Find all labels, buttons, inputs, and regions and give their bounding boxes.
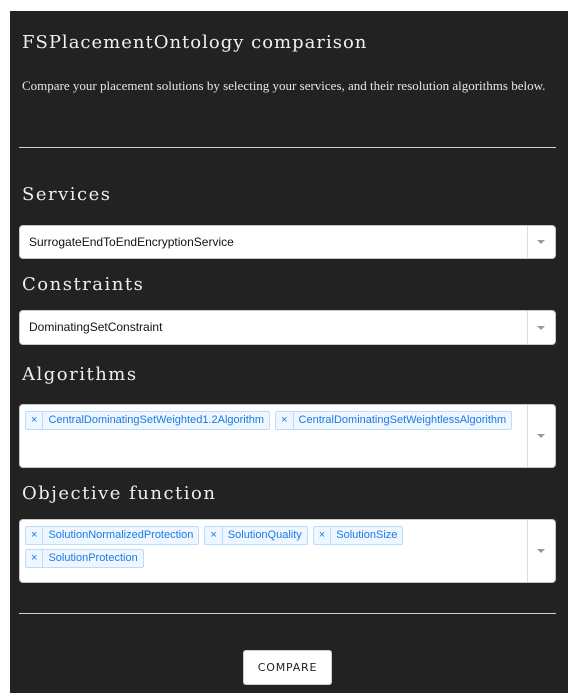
objective-tag-label: SolutionQuality	[227, 529, 302, 541]
objective-tag: × SolutionQuality	[204, 526, 308, 545]
chevron-down-icon	[537, 434, 545, 438]
objective-tag-list: × SolutionNormalizedProtection × Solutio…	[25, 526, 521, 568]
chevron-down-icon	[537, 549, 545, 553]
algorithm-tag: × CentralDominatingSetWeighted1.2Algorit…	[25, 411, 271, 430]
close-icon[interactable]: ×	[205, 527, 223, 544]
constraints-label: Constraints	[22, 274, 145, 295]
objective-function-multiselect[interactable]: × SolutionNormalizedProtection × Solutio…	[19, 519, 556, 583]
page-description: Compare your placement solutions by sele…	[22, 78, 546, 93]
algorithm-tag-label: CentralDominatingSetWeighted1.2Algorithm	[48, 414, 265, 426]
services-select[interactable]: SurrogateEndToEndEncryptionService	[19, 225, 556, 259]
algorithm-tag: × CentralDominatingSetWeightlessAlgorith…	[275, 411, 513, 430]
services-select-value: SurrogateEndToEndEncryptionService	[29, 235, 234, 249]
objective-tag-label: SolutionSize	[336, 529, 398, 541]
algorithms-tag-list: × CentralDominatingSetWeighted1.2Algorit…	[25, 411, 521, 430]
services-dropdown-toggle[interactable]	[527, 226, 555, 258]
close-icon[interactable]: ×	[314, 527, 332, 544]
chevron-down-icon	[537, 325, 545, 330]
close-icon[interactable]: ×	[26, 550, 44, 567]
objective-tag-label: SolutionNormalizedProtection	[48, 529, 194, 541]
close-icon[interactable]: ×	[26, 527, 44, 544]
objective-tag-label: SolutionProtection	[48, 552, 138, 564]
comparison-panel	[10, 11, 568, 693]
objective-function-label: Objective function	[22, 483, 217, 504]
divider-top	[19, 147, 556, 148]
algorithms-dropdown-toggle[interactable]	[527, 405, 555, 467]
objective-tag: × SolutionSize	[312, 526, 404, 545]
divider-bottom	[19, 613, 556, 614]
objective-dropdown-toggle[interactable]	[527, 520, 555, 582]
algorithms-label: Algorithms	[22, 364, 138, 385]
compare-button[interactable]: COMPARE	[243, 650, 332, 685]
chevron-down-icon	[537, 240, 545, 244]
page-title: FSPlacementOntology comparison	[22, 32, 368, 53]
constraints-select[interactable]: DominatingSetConstraint	[19, 310, 556, 345]
constraints-select-value: DominatingSetConstraint	[29, 320, 163, 334]
close-icon[interactable]: ×	[26, 412, 44, 429]
objective-tag: × SolutionNormalizedProtection	[25, 526, 200, 545]
algorithms-multiselect[interactable]: × CentralDominatingSetWeighted1.2Algorit…	[19, 404, 556, 468]
algorithm-tag-label: CentralDominatingSetWeightlessAlgorithm	[298, 414, 507, 426]
objective-tag: × SolutionProtection	[25, 549, 144, 568]
close-icon[interactable]: ×	[276, 412, 294, 429]
services-label: Services	[22, 184, 112, 205]
constraints-dropdown-toggle[interactable]	[527, 311, 555, 344]
